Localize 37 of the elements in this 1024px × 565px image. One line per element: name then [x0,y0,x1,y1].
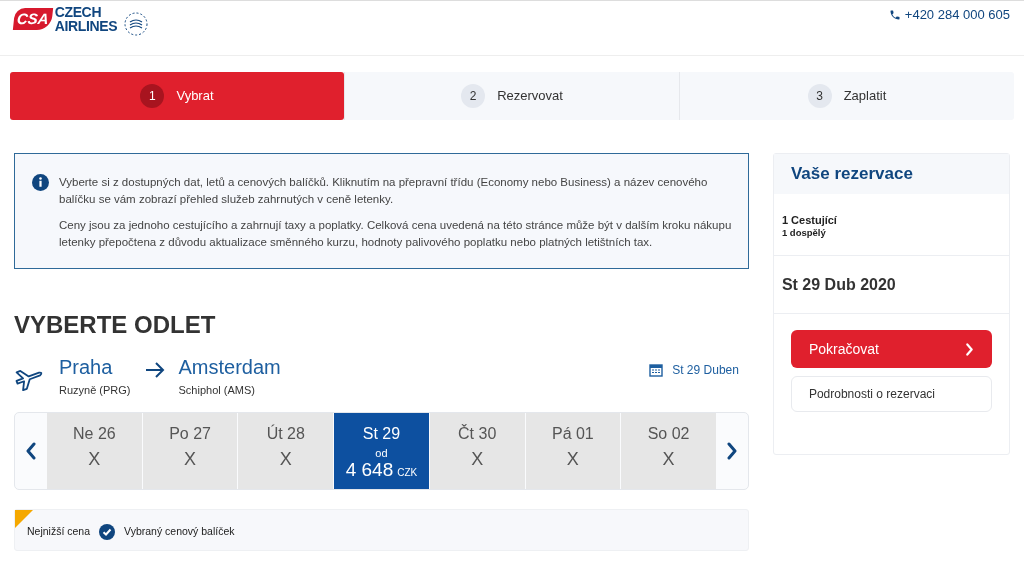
info-text: Vyberte si z dostupných dat, letů a cenových balíčků. Kliknutím na přepravní třídu (Economy nebo Business) a název cenového balíčku se vám zobrazí přehled služeb zahrnutých v ceně letenky. [59,175,709,207]
lowest-price-corner-icon [15,510,33,528]
chevron-left-icon [25,442,37,460]
origin-city: Praha [59,355,114,380]
step-tab[interactable]: 3 Zaplatit [679,72,1014,120]
destination-airport: Schiphol (AMS) [178,383,256,399]
date-tile[interactable]: Ne 26 X [47,413,142,489]
date-tile[interactable]: Pá 01 X [525,413,621,489]
selected-date-link[interactable]: St 29 Duben [672,361,739,379]
info-icon [32,174,49,191]
step-tab[interactable]: 2 Rezervovat [344,72,679,120]
continue-button[interactable]: Pokračovat [790,330,992,368]
date-tile[interactable]: St 29 od 4 648 CZK [334,413,429,489]
reservation-details-button[interactable]: Podrobnosti o rezervaci [790,376,992,412]
check-circle-icon [99,523,116,540]
date-tile[interactable]: Čt 30 X [429,413,525,489]
date-tile[interactable]: So 02 X [621,413,716,489]
legend-label: Nejnižší cena [27,523,91,539]
alliance-logo-icon [123,11,150,37]
passenger-count: 1 Cestující [781,214,838,227]
calendar-icon [649,363,664,377]
step-tab[interactable]: 1 Vybrat [10,72,344,120]
phone-icon [888,8,901,22]
date-tile[interactable]: Út 28 X [238,413,334,489]
flight-date: St 29 Dub 2020 [781,274,896,295]
legend-label: Vybraný cenový balíček [124,523,235,539]
chevron-right-icon [965,342,974,356]
destination-city: Amsterdam [178,355,281,380]
arrow-right-icon [144,362,165,378]
date-tile[interactable]: Po 27 X [142,413,238,489]
chevron-right-icon [725,442,738,460]
origin-airport: Ruzyně (PRG) [59,383,131,399]
panel-title: Vaše rezervace [790,163,913,186]
info-text: Ceny jsou za jednoho cestujícího a zahrnují taxy a poplatky. Celková cena uvedená na této stránce může být v dalším kroku nákupu letenky přepočtena z důvodu aktualizace směnného kurzu, hodnoty palivového poplatku nebo platných letištních tax. [59,218,732,250]
page-heading: VYBERTE ODLET [14,311,216,339]
phone-number[interactable]: +420 284 000 605 [904,5,1010,25]
passenger-type: 1 dospělý [781,227,827,239]
